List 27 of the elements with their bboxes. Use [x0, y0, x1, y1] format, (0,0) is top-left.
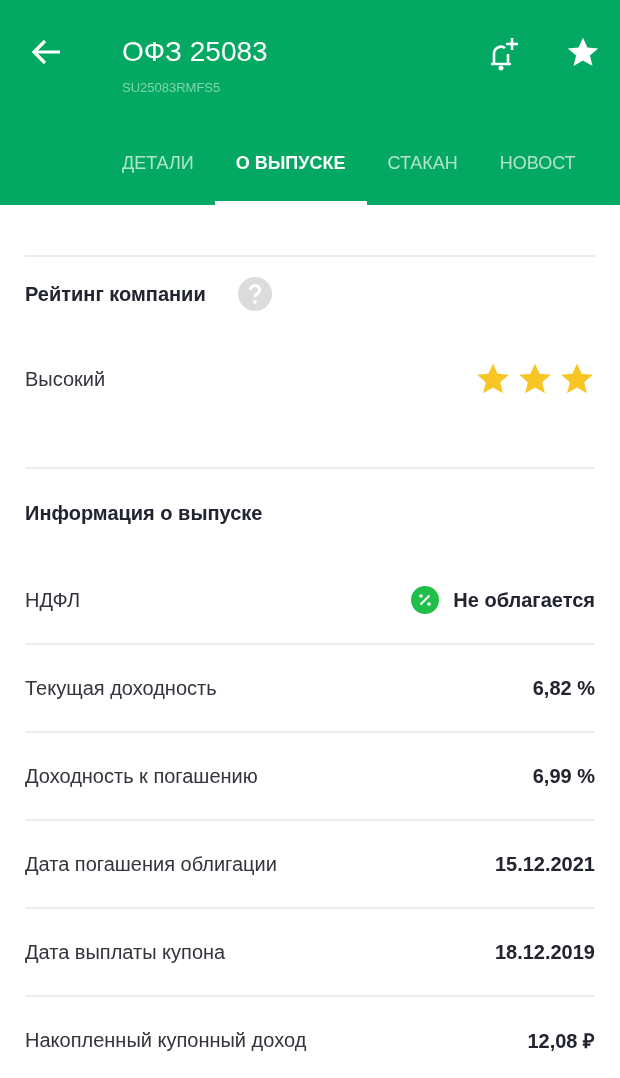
field-label: Накопленный купонный доход — [25, 1028, 307, 1052]
percent-icon — [411, 586, 440, 614]
page-title: ОФЗ 25083 — [122, 36, 269, 68]
field-label: НДФЛ — [25, 588, 81, 612]
field-label: Дата погашения облигации — [25, 852, 277, 876]
field-value: 12,08 ₽ — [527, 1028, 595, 1054]
star-icon — [559, 362, 595, 396]
rating-label: Высокий — [25, 367, 106, 391]
favorite-star-icon[interactable] — [566, 36, 600, 69]
field-label: Доходность к погашению — [25, 764, 258, 788]
section-heading: Информация о выпуске — [25, 500, 264, 526]
field-label: Текущая доходность — [25, 676, 217, 700]
tab[interactable]: СТАКАН — [366, 143, 479, 205]
field-value: 15.12.2021 — [494, 852, 595, 876]
back-arrow-icon[interactable] — [30, 38, 62, 66]
field-value: Не облагается — [453, 588, 595, 612]
ticker-code: SU25083RMFS5 — [122, 80, 222, 95]
field-value: 6,99 % — [532, 764, 595, 788]
field-value: 18.12.2019 — [494, 940, 595, 964]
tab[interactable]: ДЕТАЛИ — [101, 143, 215, 205]
tab[interactable]: О ВЫПУСКЕ — [214, 143, 367, 205]
section-heading: Рейтинг компании — [25, 282, 206, 306]
star-icon — [517, 362, 553, 396]
field-label: Дата выплаты купона — [25, 940, 226, 964]
tab[interactable]: НОВОСТ — [478, 143, 597, 205]
field-value: 6,82 % — [532, 676, 595, 700]
star-icon — [475, 362, 511, 396]
